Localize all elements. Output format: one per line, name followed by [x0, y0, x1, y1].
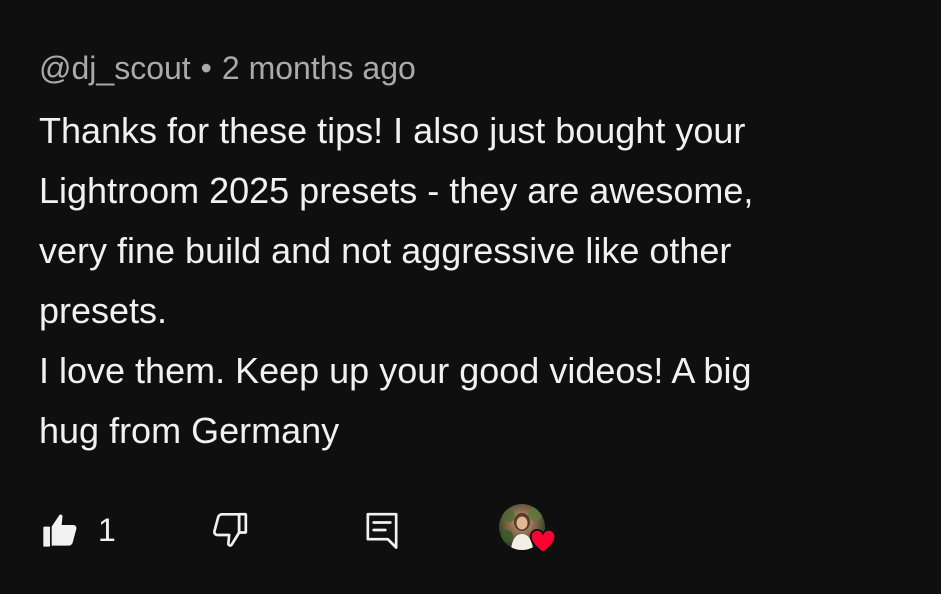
reply-comment-icon — [362, 509, 402, 551]
creator-heart — [499, 504, 559, 560]
reply-button[interactable] — [362, 500, 402, 560]
comment-header: @dj_scout • 2 months ago — [39, 44, 919, 92]
like-count: 1 — [98, 511, 116, 548]
comment: @dj_scout • 2 months ago Thanks for these … — [39, 44, 919, 461]
comment-text-line: Lightroom 2025 presets - they are awesom… — [39, 170, 754, 211]
comment-text-line: very fine build and not aggressive like … — [39, 230, 732, 271]
comment-text: Thanks for these tips! I also just bough… — [39, 101, 919, 461]
like-button[interactable]: 1 — [40, 500, 116, 560]
comment-text-line: Thanks for these tips! I also just bough… — [39, 110, 746, 151]
comment-author[interactable]: @dj_scout — [39, 50, 191, 86]
thumbs-down-icon — [210, 510, 250, 550]
meta-separator: • — [200, 50, 212, 86]
heart-icon — [529, 528, 557, 559]
comment-text-line: hug from Germany — [39, 410, 340, 451]
comment-timestamp[interactable]: 2 months ago — [222, 50, 416, 86]
thumbs-up-icon — [40, 510, 80, 550]
comment-text-line: I love them. Keep up your good videos! A… — [39, 350, 752, 391]
comment-actions: 1 — [40, 500, 600, 560]
comment-text-line: presets. — [39, 290, 168, 331]
dislike-button[interactable] — [210, 500, 250, 560]
